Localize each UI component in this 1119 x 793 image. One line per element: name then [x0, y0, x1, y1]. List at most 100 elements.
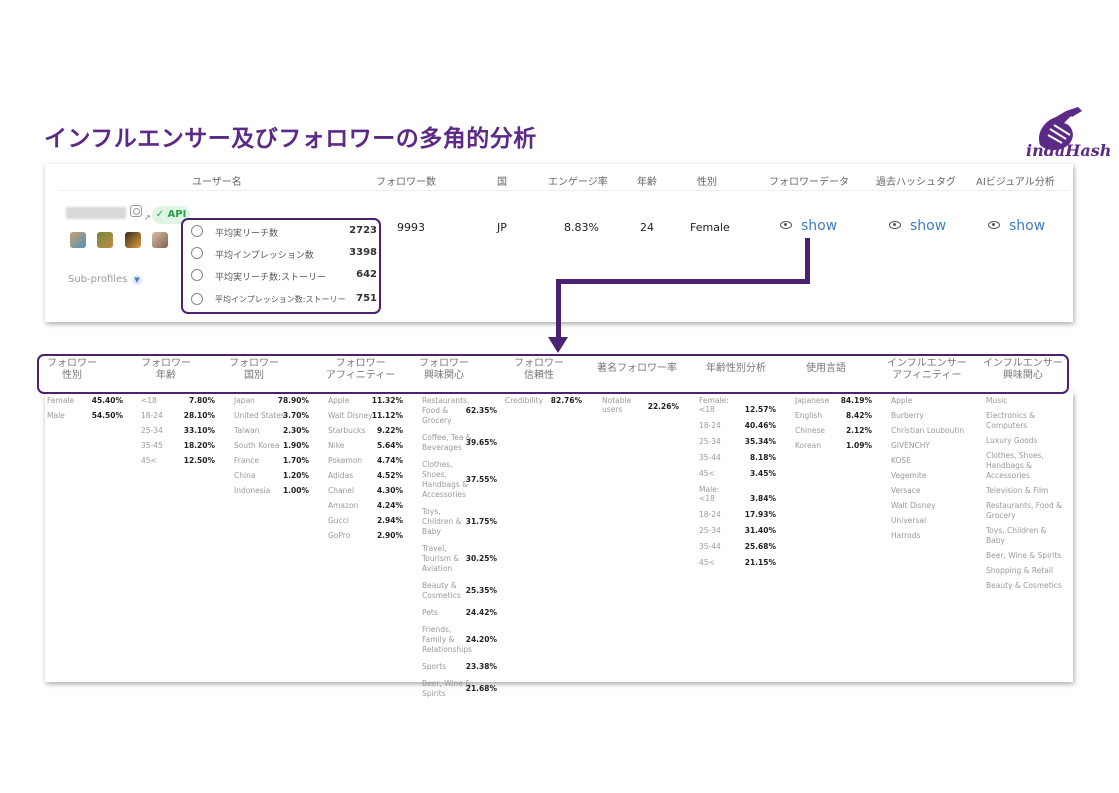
eye-icon[interactable] — [988, 221, 1000, 229]
item-value: 1.20% — [282, 471, 309, 480]
list-item: Shopping & Retail — [986, 566, 1054, 575]
item-label: Female — [47, 396, 75, 405]
item-label: Amazon — [328, 501, 359, 510]
post-thumbnail[interactable] — [152, 232, 168, 248]
item-value: 2.90% — [376, 531, 403, 540]
eye-icon[interactable] — [889, 221, 901, 229]
list-item: 35-44 8.18% — [699, 453, 776, 463]
item-value: 24.20% — [465, 635, 497, 644]
post-thumbnail[interactable] — [125, 232, 141, 248]
page-title: インフルエンサー及びフォロワーの多角的分析 — [44, 126, 537, 152]
list-item: 45< 21.15% — [699, 558, 776, 568]
post-thumbnail[interactable] — [97, 232, 113, 248]
list-item: Adidas 4.52% — [328, 471, 403, 481]
arrow-connector — [556, 279, 810, 284]
list-item: Taiwan 2.30% — [234, 426, 309, 436]
list-item: China 1.20% — [234, 471, 309, 481]
reach-icon — [191, 225, 203, 237]
item-value: 39.65% — [465, 438, 497, 447]
female-label: Female: — [699, 396, 729, 405]
item-label: Adidas — [328, 471, 354, 480]
list-item: South Korea 1.90% — [234, 441, 309, 451]
item-value: 2.94% — [376, 516, 403, 525]
list-item: Beer, Wine & Spirits — [986, 551, 1062, 560]
arrow-connector — [556, 279, 561, 339]
item-value: 1.00% — [282, 486, 309, 495]
list-item: Female 45.40% — [47, 396, 123, 406]
reach-label: 平均インプレッション数:ストーリー — [215, 295, 346, 304]
item-label: Gucci — [328, 516, 349, 525]
item-value: 40.46% — [744, 421, 776, 430]
list-item: Clothes, Shoes, Handbags & Accessories — [986, 451, 1044, 480]
item-value: 28.10% — [183, 411, 215, 420]
show-ai-visual-link[interactable]: show — [1009, 218, 1045, 234]
item-value: 45.40% — [91, 396, 123, 405]
country-column: Japan 78.90% United States 3.70% Taiwan 2.30%… — [234, 396, 309, 501]
notable-value: 22.26% — [647, 402, 679, 411]
item-label: 45< — [141, 456, 157, 465]
reach-value: 751 — [356, 293, 377, 304]
list-item: Pokemon 4.74% — [328, 456, 403, 466]
item-value: 3.70% — [282, 411, 309, 420]
item-label: 35-44 — [699, 453, 721, 462]
item-value: 2.12% — [845, 426, 872, 435]
item-value: 31.40% — [744, 526, 776, 535]
instagram-icon[interactable] — [130, 205, 142, 217]
item-label: 18-24 — [699, 510, 721, 519]
list-item: <18 12.57% — [699, 405, 776, 415]
item-value: 23.38% — [465, 662, 497, 671]
gender-value: Female — [690, 221, 730, 234]
item-label: Nike — [328, 441, 345, 450]
item-value: 17.93% — [744, 510, 776, 519]
reach-row: 平均インプレッション数 3398 — [191, 246, 377, 262]
age-gender-column: Female: <18 12.57% 18-24 40.46% 25-34 35.34% 3… — [699, 396, 776, 574]
list-item: Beer, Wine & Spirits 21.68% — [422, 679, 497, 699]
list-item: Male 54.50% — [47, 411, 123, 421]
item-label: 25-34 — [699, 526, 721, 535]
list-item: Japanese 84.19% — [795, 396, 872, 406]
divider — [58, 190, 1070, 191]
followers-value: 9993 — [397, 221, 425, 234]
list-item: Pets 24.42% — [422, 608, 497, 618]
list-item: Harrods — [891, 531, 921, 540]
analysis-header: 著名フォロワー率 — [597, 363, 677, 374]
female-age-list: <18 12.57% 18-24 40.46% 25-34 35.34% 35-44 8.18… — [699, 405, 776, 479]
list-item: 35-45 18.20% — [141, 441, 215, 451]
item-label: 45< — [699, 469, 715, 478]
list-item: Toys, Children & Baby 31.75% — [422, 507, 497, 537]
logo-text: indaHash — [1026, 141, 1112, 160]
reach-value: 642 — [356, 269, 377, 280]
reach-row: 平均実リーチ数 2723 — [191, 224, 377, 240]
list-item: Versace — [891, 486, 921, 495]
list-item: Gucci 2.94% — [328, 516, 403, 526]
list-item: 45< 3.45% — [699, 469, 776, 479]
show-hashtags-link[interactable]: show — [910, 218, 946, 234]
list-item: Restaurants, Food & Grocery — [986, 501, 1062, 520]
item-value: 11.12% — [371, 411, 403, 420]
item-value: 54.50% — [91, 411, 123, 420]
story-reach-icon — [191, 269, 203, 281]
item-label: Beauty & Cosmetics — [422, 581, 461, 600]
list-item: Clothes, Shoes, Handbags & Accessories 37… — [422, 460, 497, 500]
item-label: Restaurants, Food & Grocery — [422, 396, 470, 425]
list-item: Nike 5.64% — [328, 441, 403, 451]
item-label: Toys, Children & Baby — [422, 507, 462, 536]
item-value: 62.35% — [465, 406, 497, 415]
item-label: Taiwan — [234, 426, 260, 435]
item-label: English — [795, 411, 823, 420]
influencer-affinity-column: Apple Burberry Christian Louboutin GIVENCHY… — [891, 396, 971, 546]
post-thumbnail[interactable] — [70, 232, 86, 248]
analysis-header: フォロワー 興味関心 — [419, 358, 469, 381]
external-link-icon[interactable]: ↗ — [144, 213, 151, 222]
item-label: Pets — [422, 608, 438, 617]
eye-icon[interactable] — [780, 221, 792, 229]
chevron-down-icon[interactable]: ▼ — [132, 275, 142, 285]
list-item: Starbucks 9.22% — [328, 426, 403, 436]
list-item: Apple 11.32% — [328, 396, 403, 406]
item-label: 35-44 — [699, 542, 721, 551]
list-item: <18 7.80% — [141, 396, 215, 406]
show-follower-data-link[interactable]: show — [801, 218, 837, 234]
list-item: 18-24 40.46% — [699, 421, 776, 431]
item-value: 4.24% — [376, 501, 403, 510]
item-value: 2.30% — [282, 426, 309, 435]
